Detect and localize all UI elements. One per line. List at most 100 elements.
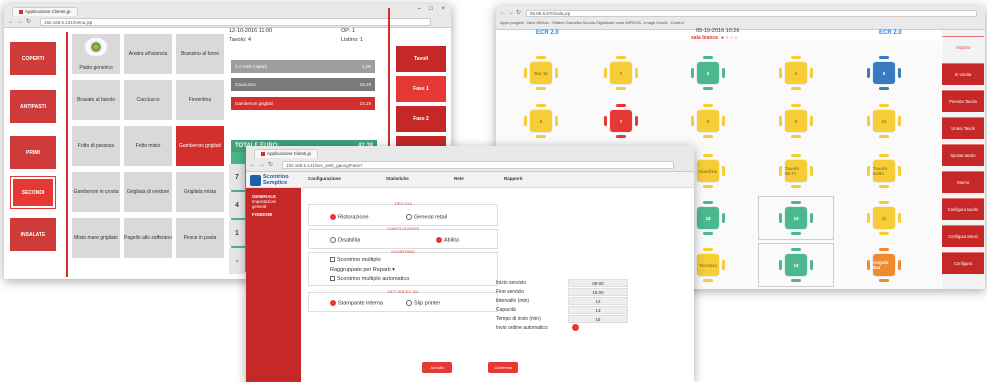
reload-icon[interactable]: ↻	[26, 18, 31, 26]
table-2[interactable]: 2	[610, 62, 632, 84]
table-20[interactable]: 11	[873, 207, 895, 229]
table-25[interactable]: Angolo Bar	[873, 254, 895, 276]
address-bar[interactable]: 96.98.8.870/sala.jsp	[526, 10, 977, 17]
back-icon[interactable]: ←	[8, 18, 14, 26]
configura-button[interactable]: Configura	[942, 252, 984, 274]
radio-general-retail[interactable]: General retail	[406, 214, 447, 220]
forward-icon[interactable]: →	[508, 9, 514, 17]
radio-slip-printer[interactable]: Slip printer	[406, 300, 440, 306]
dish-button[interactable]: Fritto di paranza	[72, 126, 120, 166]
chair	[879, 154, 889, 157]
close-icon[interactable]: ×	[441, 6, 445, 12]
dish-button[interactable]: Pesce in pasta	[176, 218, 224, 258]
keypad-key[interactable]: 4	[229, 192, 245, 218]
checkbox-scontrino-auto[interactable]: Scontrino multiplo automatico	[330, 276, 409, 282]
nav-statistiche[interactable]: Statistiche	[386, 176, 409, 181]
asporto-button[interactable]: Asporto	[942, 36, 984, 58]
back-icon[interactable]: ←	[500, 9, 506, 17]
reload-icon[interactable]: ↻	[516, 9, 521, 17]
table-1[interactable]: Bar 11	[530, 62, 552, 84]
bookmarks-bar[interactable]: Apps progetti - Nexi GitHub - Sliders Ga…	[500, 20, 684, 25]
keypad-key[interactable]: 1	[229, 220, 245, 246]
table-14[interactable]: Tavolo Wi-Fi	[785, 160, 807, 182]
category-secondi[interactable]: SECONDI	[10, 176, 56, 209]
radio-ristorazione[interactable]: Ristorazione	[330, 214, 369, 220]
keypad-key[interactable]: 7	[229, 164, 245, 190]
storno-button[interactable]: Storno	[942, 171, 984, 193]
order-row[interactable]: Cacciucco 18,19	[231, 78, 375, 91]
table-6[interactable]: 6	[530, 110, 552, 132]
table-5[interactable]: 5	[873, 62, 895, 84]
table-4[interactable]: 4	[785, 62, 807, 84]
field-value[interactable]: 09:00	[568, 279, 628, 287]
unisci-tavoli-button[interactable]: Unisci Tavoli	[942, 117, 984, 139]
fase2-button[interactable]: Fase 2	[396, 106, 446, 132]
browser-tab[interactable]: Applicazione Clienti.jp	[254, 149, 319, 158]
radio-abilita[interactable]: Abilita	[436, 237, 459, 243]
radio-disabilita[interactable]: Disabilita	[330, 237, 360, 243]
dish-button[interactable]: Branzino al forno	[176, 34, 224, 74]
radio-stampante-interna[interactable]: Stampante interna	[330, 300, 383, 306]
dish-piatto-generico[interactable]: Piatto generico	[72, 34, 120, 74]
minimize-icon[interactable]: –	[418, 6, 421, 12]
dish-button[interactable]: Fritto misto	[124, 126, 172, 166]
dish-button[interactable]: Anatra all'arancia	[124, 34, 172, 74]
nav-rete[interactable]: Rete	[454, 176, 464, 181]
dish-button[interactable]: Gamberoni in crosta	[72, 172, 120, 212]
configura-tavolo-button[interactable]: Configura tavolo	[942, 198, 984, 220]
cancel-button[interactable]: Annulla	[422, 362, 452, 373]
nav-configurazione[interactable]: Configurazione	[308, 176, 341, 181]
address-bar[interactable]: 192.168.5.141/menu.jsp	[40, 18, 431, 26]
table-3[interactable]: 3	[697, 62, 719, 84]
field-value[interactable]: 15	[568, 315, 628, 323]
table-8[interactable]: 8	[697, 110, 719, 132]
table-10[interactable]: 10	[873, 110, 895, 132]
back-icon[interactable]: ←	[250, 161, 256, 169]
auto-send-toggle[interactable]	[572, 324, 579, 331]
dish-button[interactable]: Grigliata mista	[176, 172, 224, 212]
configura-menu-button[interactable]: Configura Menù	[942, 225, 984, 247]
field-value[interactable]: 12	[568, 297, 628, 305]
nav-rapporti[interactable]: Rapporti	[504, 176, 523, 181]
keypad-key[interactable]: -	[229, 248, 245, 274]
sidebar-item-generale[interactable]: GENERALE	[246, 188, 301, 199]
dish-button[interactable]: Fiorentina	[176, 80, 224, 120]
address-bar[interactable]: 192.168.5.141/sec_web_gauog/Fase?	[282, 161, 674, 169]
prenota-tavolo-button[interactable]: Prenota Tavolo	[942, 90, 984, 112]
field-value[interactable]: 13	[568, 306, 628, 314]
select-raggruppato[interactable]: Raggruppato per Reparti ▾	[330, 267, 395, 273]
maximize-icon[interactable]: □	[429, 6, 433, 12]
dish-button-selected[interactable]: Gamberoni grigliati	[176, 126, 224, 166]
confirm-button[interactable]: Conferma	[488, 362, 518, 373]
forward-icon[interactable]: →	[17, 18, 23, 26]
dish-button[interactable]: Brasato al barolo	[72, 80, 120, 120]
reload-icon[interactable]: ↻	[268, 161, 273, 169]
order-row-selected[interactable]: Gamberoni grigliati 23,19	[231, 97, 375, 110]
dish-button[interactable]: Grigliata di verdure	[124, 172, 172, 212]
chair	[898, 116, 901, 126]
dish-button[interactable]: Cacciucco	[124, 80, 172, 120]
category-primi[interactable]: PRIMI	[10, 136, 56, 169]
tavoli-button[interactable]: Tavoli	[396, 46, 446, 72]
chair	[898, 68, 901, 78]
checkbox-scontrino-multiplo[interactable]: Scontrino multiplo	[330, 257, 381, 263]
in-uscita-button[interactable]: In Uscita	[942, 63, 984, 85]
order-row[interactable]: 2 x 0,50 Coperti 1,00	[231, 60, 375, 73]
field-value[interactable]: 15:00	[568, 288, 628, 296]
dish-button[interactable]: Misto mare grigliato	[72, 218, 120, 258]
sposta-tavolo-button[interactable]: Sposta tavolo	[942, 144, 984, 166]
dish-button[interactable]: Pagello allo zafferano	[124, 218, 172, 258]
category-insalate[interactable]: INSALATE	[10, 218, 56, 251]
fase1-button[interactable]: Fase 1	[396, 76, 446, 102]
table-23[interactable]: Terrazza	[697, 254, 719, 276]
table-15[interactable]: Tavolo Dalla	[873, 160, 895, 182]
sidebar-item-fondomi[interactable]: FONDOMI	[246, 209, 301, 217]
table-18[interactable]: 18	[697, 207, 719, 229]
forward-icon[interactable]: →	[259, 161, 265, 169]
browser-tab[interactable]: Applicazione Cliente.jp	[12, 7, 78, 16]
table-9[interactable]: 9	[785, 110, 807, 132]
category-antipasti[interactable]: ANTIPASTI	[10, 90, 56, 123]
category-coperti[interactable]: COPERTI	[10, 42, 56, 75]
table-7[interactable]: 7	[610, 110, 632, 132]
table-13[interactable]: Giardino	[697, 160, 719, 182]
